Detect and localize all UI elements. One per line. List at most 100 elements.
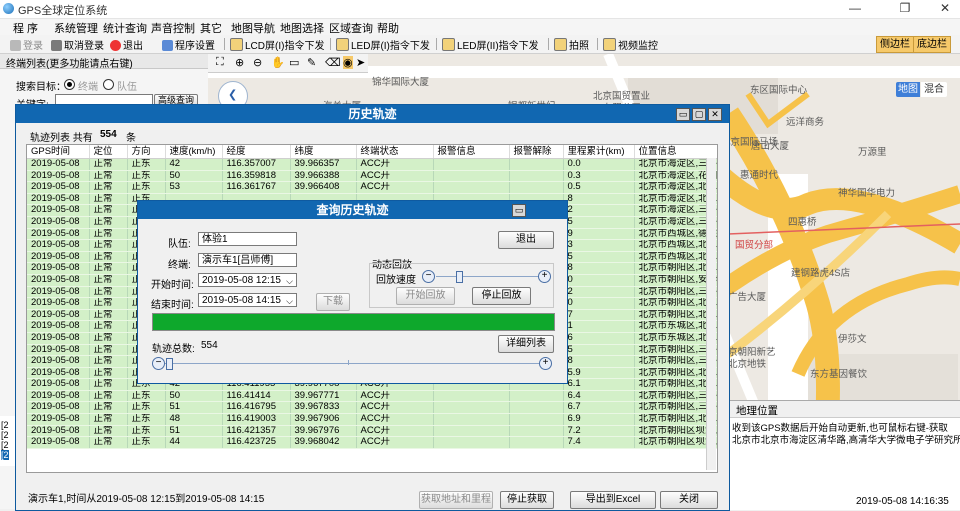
table-cell: [509, 158, 564, 171]
column-header[interactable]: 终端状态: [356, 145, 434, 159]
tree-item[interactable]: [2: [1, 440, 9, 450]
eye-icon[interactable]: ◉: [343, 56, 353, 69]
column-header[interactable]: 速度(km/h): [165, 145, 223, 159]
radio-team[interactable]: [103, 79, 114, 90]
map-mode-button[interactable]: 地图: [896, 82, 920, 97]
restore-button[interactable]: ❐: [890, 0, 920, 18]
led1-button[interactable]: LED屏(I)指令下发: [336, 37, 430, 52]
position-plus-icon[interactable]: +: [539, 357, 552, 370]
speed-slider-thumb[interactable]: [456, 271, 463, 283]
table-cell: 正常: [89, 193, 128, 206]
table-row[interactable]: 2019-05-08 正常 正东 50 116.41414 39.967771 ACC开 6.…: [27, 390, 717, 403]
select-tool-icon[interactable]: ⛶: [216, 56, 224, 69]
menu-statistics[interactable]: 统计查询: [103, 20, 147, 36]
detail-list-button[interactable]: 详细列表: [498, 335, 554, 353]
table-cell: 2019-05-08: [27, 286, 90, 299]
zoom-out-icon[interactable]: ⊖: [253, 56, 262, 69]
table-row[interactable]: 2019-05-08 正常 正东 50 116.359818 39.966388 ACC开 0…: [27, 170, 717, 183]
table-cell: 50: [165, 390, 223, 403]
history-close-button[interactable]: ✕: [708, 108, 722, 121]
table-row[interactable]: 2019-05-08 正常 正东 51 116.416795 39.967833 ACC开 6…: [27, 401, 717, 415]
history-status-text: 演示车1,时间从2019-05-08 12:15到2019-05-08 14:1…: [28, 494, 265, 505]
history-maximize-button[interactable]: ▢: [692, 108, 706, 121]
column-header[interactable]: GPS时间: [27, 145, 90, 159]
minimize-button[interactable]: —: [840, 0, 870, 18]
tree-item[interactable]: [2: [1, 420, 9, 430]
menu-map-nav[interactable]: 地图导航: [231, 20, 275, 36]
close-window-button[interactable]: ✕: [930, 0, 960, 18]
table-cell: 北京市朝阳区,北三: [634, 367, 717, 380]
bottombar-toggle-button[interactable]: 底边栏: [913, 36, 951, 53]
menu-other[interactable]: 其它: [200, 20, 222, 36]
login-button[interactable]: 登录: [10, 37, 43, 52]
position-minus-icon[interactable]: −: [152, 357, 165, 370]
column-header[interactable]: 报警解除: [509, 145, 564, 159]
speed-plus-icon[interactable]: +: [538, 270, 551, 283]
exit-button[interactable]: 退出: [110, 37, 143, 52]
table-cell: 正东: [127, 425, 166, 438]
measure-icon[interactable]: ▭: [289, 56, 299, 69]
column-header[interactable]: 报警信息: [433, 145, 510, 159]
stop-playback-button[interactable]: 停止回放: [472, 287, 531, 305]
pan-hand-icon[interactable]: ✋: [271, 56, 285, 69]
table-row[interactable]: 2019-05-08 正常 正东 42 116.357007 39.966357 ACC开 0…: [27, 158, 717, 171]
menu-program[interactable]: 程 序: [13, 20, 38, 36]
export-excel-button[interactable]: 导出到Excel: [570, 491, 656, 509]
map-label: 远洋商务: [786, 117, 825, 128]
position-slider-thumb[interactable]: [166, 358, 173, 370]
draw-icon[interactable]: ✎: [307, 56, 316, 69]
start-time-input[interactable]: 2019-05-08 12:15 ⌵: [198, 273, 297, 287]
zoom-in-icon[interactable]: ⊕: [235, 56, 244, 69]
start-playback-button[interactable]: 开始回放: [396, 287, 455, 305]
table-scrollbar[interactable]: [706, 158, 716, 470]
team-select[interactable]: 体验1: [198, 232, 297, 246]
table-row[interactable]: 2019-05-08 正常 正东 53 116.361767 39.966408 ACC开 0…: [27, 181, 717, 194]
column-header[interactable]: 里程累计(km): [563, 145, 635, 159]
map-label: 神华国华电力: [838, 188, 896, 199]
table-row[interactable]: 2019-05-08 正常 正东 48 116.419003 39.967906 ACC开 6…: [27, 413, 717, 426]
sidebar-toggle-button[interactable]: 侧边栏: [876, 36, 914, 53]
camera-icon: [554, 38, 567, 51]
table-cell: [509, 401, 564, 415]
table-cell: 2019-05-08: [27, 320, 90, 333]
track-count-label: 轨迹列表 共有: [30, 133, 93, 144]
eraser-icon[interactable]: ⌫: [325, 56, 341, 69]
query-exit-button[interactable]: 退出: [498, 231, 554, 249]
tree-item-selected[interactable]: [2: [1, 450, 9, 460]
terminal-select[interactable]: 演示车1[吕师傅]: [198, 253, 297, 267]
track-position-slider[interactable]: − +: [152, 357, 552, 370]
column-header[interactable]: 位置信息: [634, 145, 717, 159]
query-minimize-button[interactable]: ▭: [512, 204, 526, 217]
menu-map-select[interactable]: 地图选择: [280, 20, 324, 36]
hybrid-mode-button[interactable]: 混合: [921, 82, 947, 97]
logout-button[interactable]: 取消登录: [51, 37, 104, 52]
photo-button[interactable]: 拍照: [554, 37, 589, 52]
download-button[interactable]: 下载: [316, 293, 350, 311]
end-time-input[interactable]: 2019-05-08 14:15 ⌵: [198, 293, 297, 307]
led2-button[interactable]: LED屏(II)指令下发: [442, 37, 539, 52]
dropdown-icon[interactable]: ⌵: [286, 274, 293, 288]
table-row[interactable]: 2019-05-08 正常 正东 44 116.423725 39.968042 ACC开 7…: [27, 436, 717, 449]
video-button[interactable]: 视频监控: [603, 37, 658, 52]
menu-system[interactable]: 系统管理: [54, 20, 98, 36]
menu-sound[interactable]: 声音控制: [151, 20, 195, 36]
settings-button[interactable]: 程序设置: [162, 37, 215, 52]
pointer-icon[interactable]: ➤: [356, 56, 365, 69]
radio-terminal[interactable]: [64, 79, 75, 90]
close-history-button[interactable]: 关闭: [660, 491, 718, 509]
menu-help[interactable]: 帮助: [377, 20, 399, 36]
history-minimize-button[interactable]: ▭: [676, 108, 690, 121]
menu-area-query[interactable]: 区域查询: [329, 20, 373, 36]
column-header[interactable]: 定位: [89, 145, 128, 159]
speed-minus-icon[interactable]: −: [422, 270, 435, 283]
column-header[interactable]: 纬度: [290, 145, 357, 159]
lcd1-button[interactable]: LCD屏(I)指令下发: [230, 37, 324, 52]
table-row[interactable]: 2019-05-08 正常 正东 51 116.421357 39.967976 ACC开 7…: [27, 425, 717, 438]
column-header[interactable]: 经度: [222, 145, 291, 159]
dropdown-icon[interactable]: ⌵: [286, 294, 293, 308]
tree-item[interactable]: [2: [1, 430, 9, 440]
column-header[interactable]: 方向: [127, 145, 166, 159]
get-address-button[interactable]: 获取地址和里程: [419, 491, 493, 509]
stop-fetch-button[interactable]: 停止获取: [500, 491, 554, 509]
toolbar-separator: [330, 38, 331, 50]
